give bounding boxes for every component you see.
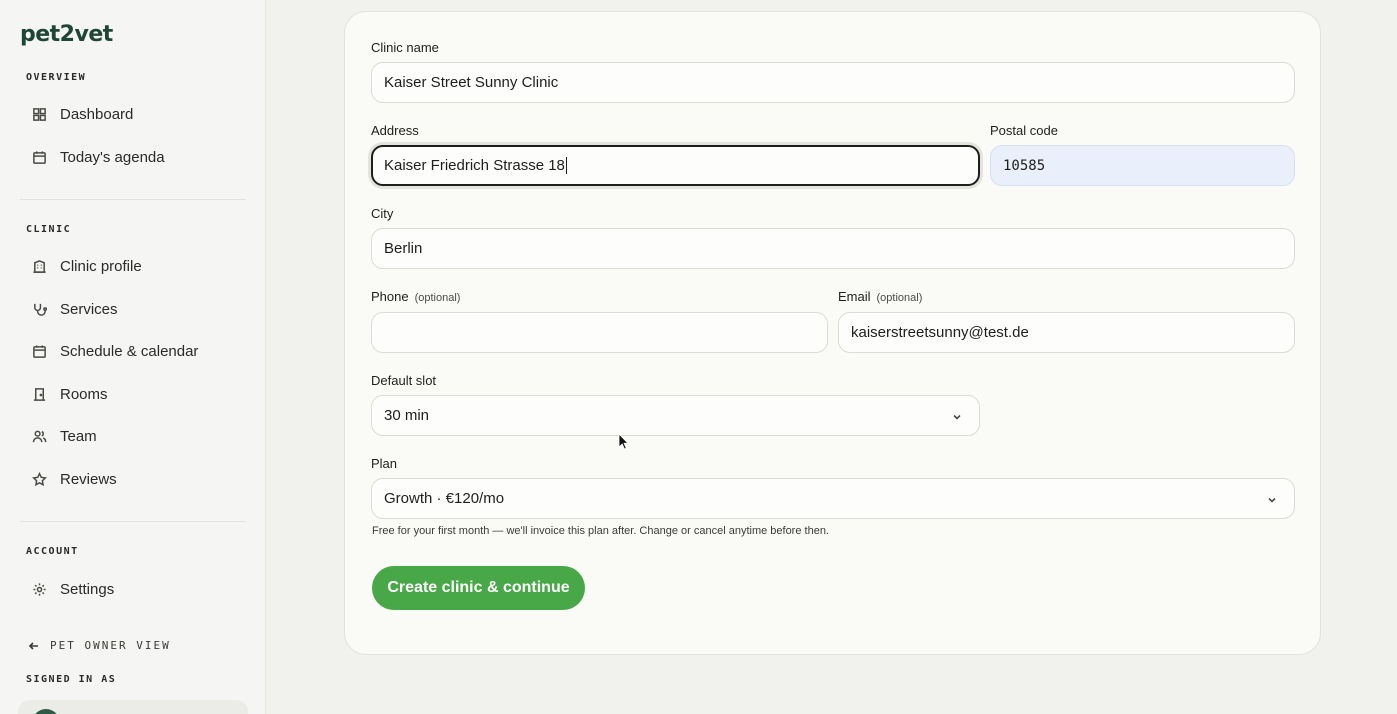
email-value: kaiserstreetsunny@test.de	[851, 324, 1029, 341]
sidebar-item-team[interactable]: Team	[20, 417, 246, 455]
section-label-clinic: CLINIC	[26, 224, 72, 235]
sidebar-item-label: Services	[60, 300, 118, 318]
city-value: Berlin	[384, 240, 423, 257]
email-input[interactable]: kaiserstreetsunny@test.de	[838, 312, 1295, 353]
mouse-cursor-icon	[618, 433, 629, 450]
users-icon	[31, 428, 47, 444]
address-value: Kaiser Friedrich Strasse 18	[384, 157, 565, 174]
sidebar-divider	[20, 199, 246, 200]
sidebar-item-label: Settings	[60, 580, 115, 598]
default-slot-label: Default slot	[371, 373, 437, 388]
calendar-icon	[31, 343, 47, 359]
postal-code-value: 10585	[1003, 157, 1046, 174]
sidebar-item-clinic-profile[interactable]: Clinic profile	[20, 247, 246, 285]
phone-label: Phone (optional)	[371, 289, 461, 304]
phone-input[interactable]	[371, 312, 828, 353]
pet-owner-view-link[interactable]: PET OWNER VIEW	[28, 639, 171, 652]
sidebar-item-todays-agenda[interactable]: Today's agenda	[20, 138, 246, 176]
address-label: Address	[371, 123, 419, 138]
sidebar-item-rooms[interactable]: Rooms	[20, 375, 246, 413]
pet-owner-view-label: PET OWNER VIEW	[50, 639, 171, 652]
text-caret	[565, 157, 567, 174]
sidebar-item-label: Rooms	[60, 385, 108, 403]
sidebar-item-dashboard[interactable]: Dashboard	[20, 95, 246, 133]
sidebar-item-label: Schedule & calendar	[60, 342, 199, 360]
building-icon	[31, 258, 47, 274]
section-label-account: ACCOUNT	[26, 546, 79, 557]
chevron-down-icon	[951, 410, 963, 422]
clinic-name-label: Clinic name	[371, 40, 439, 55]
arrow-left-icon	[28, 641, 38, 650]
sidebar-divider	[20, 521, 246, 522]
city-label: City	[371, 206, 394, 221]
postal-code-input[interactable]: 10585	[990, 145, 1295, 186]
calendar-icon	[31, 149, 47, 165]
clinic-name-input[interactable]: Kaiser Street Sunny Clinic	[371, 62, 1295, 103]
sidebar-item-schedule-calendar[interactable]: Schedule & calendar	[20, 332, 246, 370]
star-icon	[31, 471, 47, 487]
default-slot-select[interactable]: 30 min	[371, 395, 980, 436]
city-input[interactable]: Berlin	[371, 228, 1295, 269]
sidebar-item-label: Team	[60, 427, 97, 445]
sidebar-item-label: Dashboard	[60, 105, 134, 123]
sidebar: pet2vet OVERVIEW Dashboard Today's agend…	[0, 0, 266, 714]
dashboard-icon	[31, 106, 47, 122]
sidebar-item-label: Clinic profile	[60, 257, 142, 275]
gear-icon	[31, 581, 47, 597]
address-input[interactable]: Kaiser Friedrich Strasse 18	[371, 145, 980, 186]
section-label-overview: OVERVIEW	[26, 72, 87, 83]
default-slot-value: 30 min	[384, 407, 430, 424]
door-icon	[31, 386, 47, 402]
clinic-form-card: Clinic name Kaiser Street Sunny Clinic A…	[344, 11, 1321, 655]
sidebar-item-reviews[interactable]: Reviews	[20, 460, 246, 498]
plan-hint: Free for your first month — we'll invoic…	[372, 525, 829, 537]
sidebar-item-label: Reviews	[60, 470, 117, 488]
signed-in-as-label: SIGNED IN AS	[26, 674, 117, 685]
create-clinic-button[interactable]: Create clinic & continue	[372, 566, 585, 610]
pet2vet-logo[interactable]: pet2vet	[20, 22, 113, 47]
clinic-name-value: Kaiser Street Sunny Clinic	[384, 74, 559, 91]
plan-value: Growth · €120/mo	[384, 490, 505, 507]
postal-code-label: Postal code	[990, 123, 1058, 138]
plan-label: Plan	[371, 456, 398, 471]
sidebar-item-settings[interactable]: Settings	[20, 570, 246, 608]
stethoscope-icon	[31, 301, 47, 317]
sidebar-item-label: Today's agenda	[60, 148, 165, 166]
chevron-down-icon	[1266, 493, 1278, 505]
plan-select[interactable]: Growth · €120/mo	[371, 478, 1295, 519]
sidebar-item-services[interactable]: Services	[20, 290, 246, 328]
email-label: Email (optional)	[838, 289, 923, 304]
